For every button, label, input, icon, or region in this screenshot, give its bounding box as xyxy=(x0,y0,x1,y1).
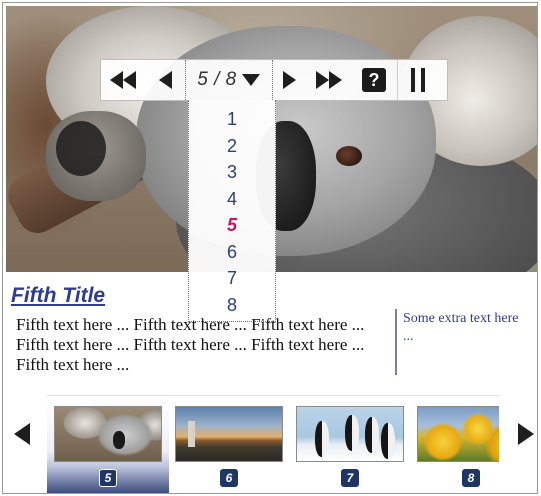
slide-title[interactable]: Fifth Title xyxy=(11,284,105,308)
right-arrow-icon xyxy=(518,423,534,445)
thumbnails-next-button[interactable] xyxy=(515,421,537,452)
thumbnail-tulips-image xyxy=(417,406,499,462)
thumbnail-6[interactable]: 6 xyxy=(168,396,290,493)
page-list: 1 2 3 4 5 6 7 8 xyxy=(189,100,275,318)
left-arrow-icon xyxy=(14,423,30,445)
thumbnail-number-badge: 8 xyxy=(462,469,480,487)
thumbnail-lighthouse xyxy=(188,421,195,447)
help-icon: ? xyxy=(362,68,386,92)
thumbnail-penguin xyxy=(381,423,395,459)
thumbnail-number-badge: 7 xyxy=(341,469,359,487)
down-triangle-icon xyxy=(241,74,260,86)
thumbnail-sunset-image xyxy=(175,406,283,462)
page-option[interactable]: 2 xyxy=(189,133,275,160)
help-button[interactable]: ? xyxy=(351,60,397,100)
page-option[interactable]: 1 xyxy=(189,106,275,133)
thumbnail-5[interactable]: 5 xyxy=(47,396,169,493)
slide-description: Fifth text here ... Fifth text here ... … xyxy=(16,315,365,374)
thumbnail-number-badge: 5 xyxy=(99,469,117,487)
caption-divider xyxy=(395,309,397,375)
slideshow-frame: 5 / 8 ? 1 2 3 4 5 6 7 8 Fifth Title Fift… xyxy=(2,2,538,494)
page-option[interactable]: 4 xyxy=(189,186,275,213)
next-slide-button[interactable] xyxy=(273,60,307,100)
page-selector[interactable]: 5 / 8 xyxy=(185,60,273,100)
right-arrow-icon xyxy=(283,71,296,89)
page-option[interactable]: 3 xyxy=(189,159,275,186)
slide-extra-text: Some extra text here ... xyxy=(403,311,519,344)
last-slide-button[interactable] xyxy=(307,60,351,100)
slide-counter: 5 / 8 xyxy=(197,69,237,90)
pause-button[interactable] xyxy=(397,60,437,100)
thumbnail-koala-nose xyxy=(113,431,125,449)
thumbnail-strip: 5 6 7 8 xyxy=(47,396,499,493)
first-slide-button[interactable] xyxy=(101,60,145,100)
double-right-arrow-icon xyxy=(316,71,342,89)
page-dropdown: 1 2 3 4 5 6 7 8 xyxy=(188,100,276,322)
double-left-arrow-icon xyxy=(110,71,136,89)
page-option[interactable]: 6 xyxy=(189,239,275,266)
left-arrow-icon xyxy=(159,71,172,89)
koala-claws xyxy=(56,121,106,176)
pause-icon xyxy=(410,68,425,92)
thumbnail-7[interactable]: 7 xyxy=(289,396,411,493)
previous-slide-button[interactable] xyxy=(145,60,185,100)
thumbnail-8[interactable]: 8 xyxy=(410,396,499,493)
page-option-current[interactable]: 5 xyxy=(189,212,275,239)
thumbnail-penguin xyxy=(365,417,379,453)
thumbnail-number-badge: 6 xyxy=(220,469,238,487)
thumbnail-penguin xyxy=(345,415,359,451)
thumbnail-koala-image xyxy=(54,406,162,462)
player-controls: 5 / 8 ? xyxy=(100,59,448,101)
page-option[interactable]: 7 xyxy=(189,265,275,292)
thumbnails-previous-button[interactable] xyxy=(11,421,33,452)
koala-eye xyxy=(336,146,362,166)
thumbnail-penguin xyxy=(315,421,329,457)
thumbnail-penguins-image xyxy=(296,406,404,462)
